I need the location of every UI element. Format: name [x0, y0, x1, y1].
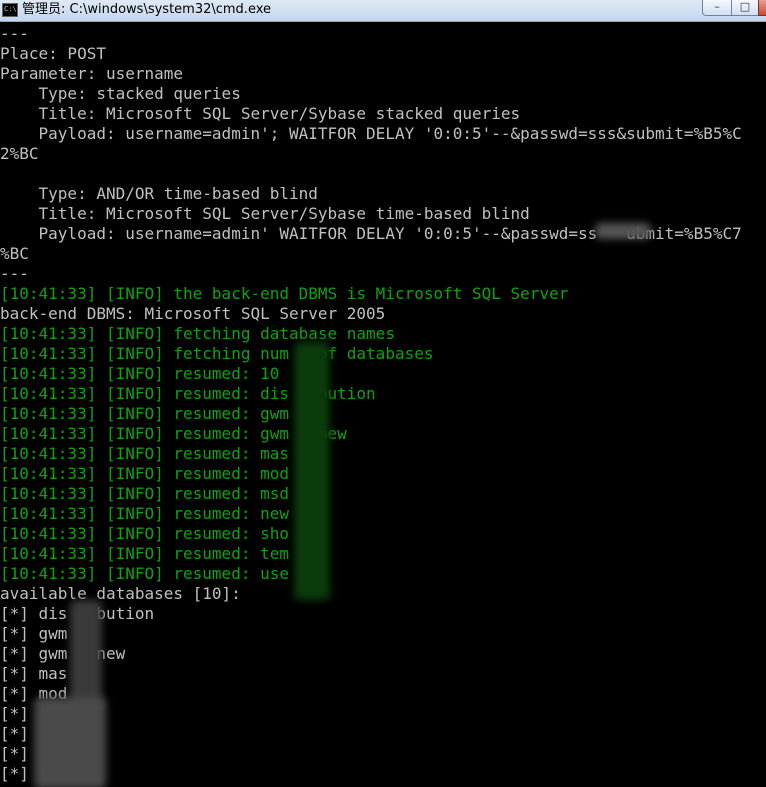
console-line: Title: Microsoft SQL Server/Sybase stack… — [0, 104, 521, 123]
console-output[interactable]: [*] te[*][*] w[*] d[*] mod[*] mas[*] gwm… — [0, 22, 766, 787]
console-line: --- — [0, 24, 29, 43]
minimize-button[interactable]: – — [702, 0, 732, 16]
console-line: [10:41:33] [INFO] resumed: use — [0, 564, 289, 583]
console-line: [10:41:33] [INFO] resumed: mas — [0, 444, 289, 463]
window-title: 管理员: C:\windows\system32\cmd.exe — [22, 2, 271, 17]
console-line: [10:41:33] [INFO] the back-end DBMS is M… — [0, 284, 569, 303]
console-line: [10:41:33] [INFO] fetching num of databa… — [0, 344, 434, 363]
redaction-smudge — [294, 342, 330, 600]
console-line: --- — [0, 264, 29, 283]
console-line: Type: AND/OR time-based blind — [0, 184, 318, 203]
maximize-button[interactable]: □ — [731, 0, 759, 16]
console-line: [*] gwm new — [0, 644, 126, 663]
redaction-smudge — [595, 223, 651, 239]
console-line: [10:41:33] [INFO] resumed: tem — [0, 544, 289, 563]
console-line: 2%BC — [0, 144, 39, 163]
cmd-app-icon[interactable]: C:\ — [2, 3, 18, 17]
console-line: [10:41:33] [INFO] resumed: sho — [0, 524, 289, 543]
console-line: [10:41:33] [INFO] resumed: mod — [0, 464, 289, 483]
console-line: %BC — [0, 244, 29, 263]
close-button[interactable] — [758, 0, 766, 16]
console-line: [10:41:33] [INFO] fetching database name… — [0, 324, 395, 343]
console-line: Type: stacked queries — [0, 84, 241, 103]
cmd-window: C:\ 管理员: C:\windows\system32\cmd.exe – □… — [0, 0, 766, 787]
console-line: Payload: username=admin'; WAITFOR DELAY … — [0, 124, 742, 143]
redaction-smudge — [70, 600, 102, 710]
console-line: available databases [10]: — [0, 584, 241, 603]
console-line: Title: Microsoft SQL Server/Sybase time-… — [0, 204, 530, 223]
title-bar[interactable]: C:\ 管理员: C:\windows\system32\cmd.exe – □ — [0, 0, 766, 22]
console-line: [*] gwm — [0, 624, 68, 643]
redaction-smudge — [34, 697, 106, 787]
console-line: [10:41:33] [INFO] resumed: new — [0, 504, 289, 523]
console-line: back-end DBMS: Microsoft SQL Server 2005 — [0, 304, 386, 323]
console-line: Place: POST — [0, 44, 106, 63]
console-line: [10:41:33] [INFO] resumed: msd — [0, 484, 289, 503]
console-line: [*] mas — [0, 664, 68, 683]
console-line: Parameter: username — [0, 64, 184, 83]
cmd-app-icon-label: C:\ — [4, 5, 17, 13]
console-line: [10:41:33] [INFO] resumed: 10 — [0, 364, 280, 383]
console-line: [10:41:33] [INFO] resumed: gwm — [0, 404, 289, 423]
console-line: [*] — [0, 744, 29, 763]
